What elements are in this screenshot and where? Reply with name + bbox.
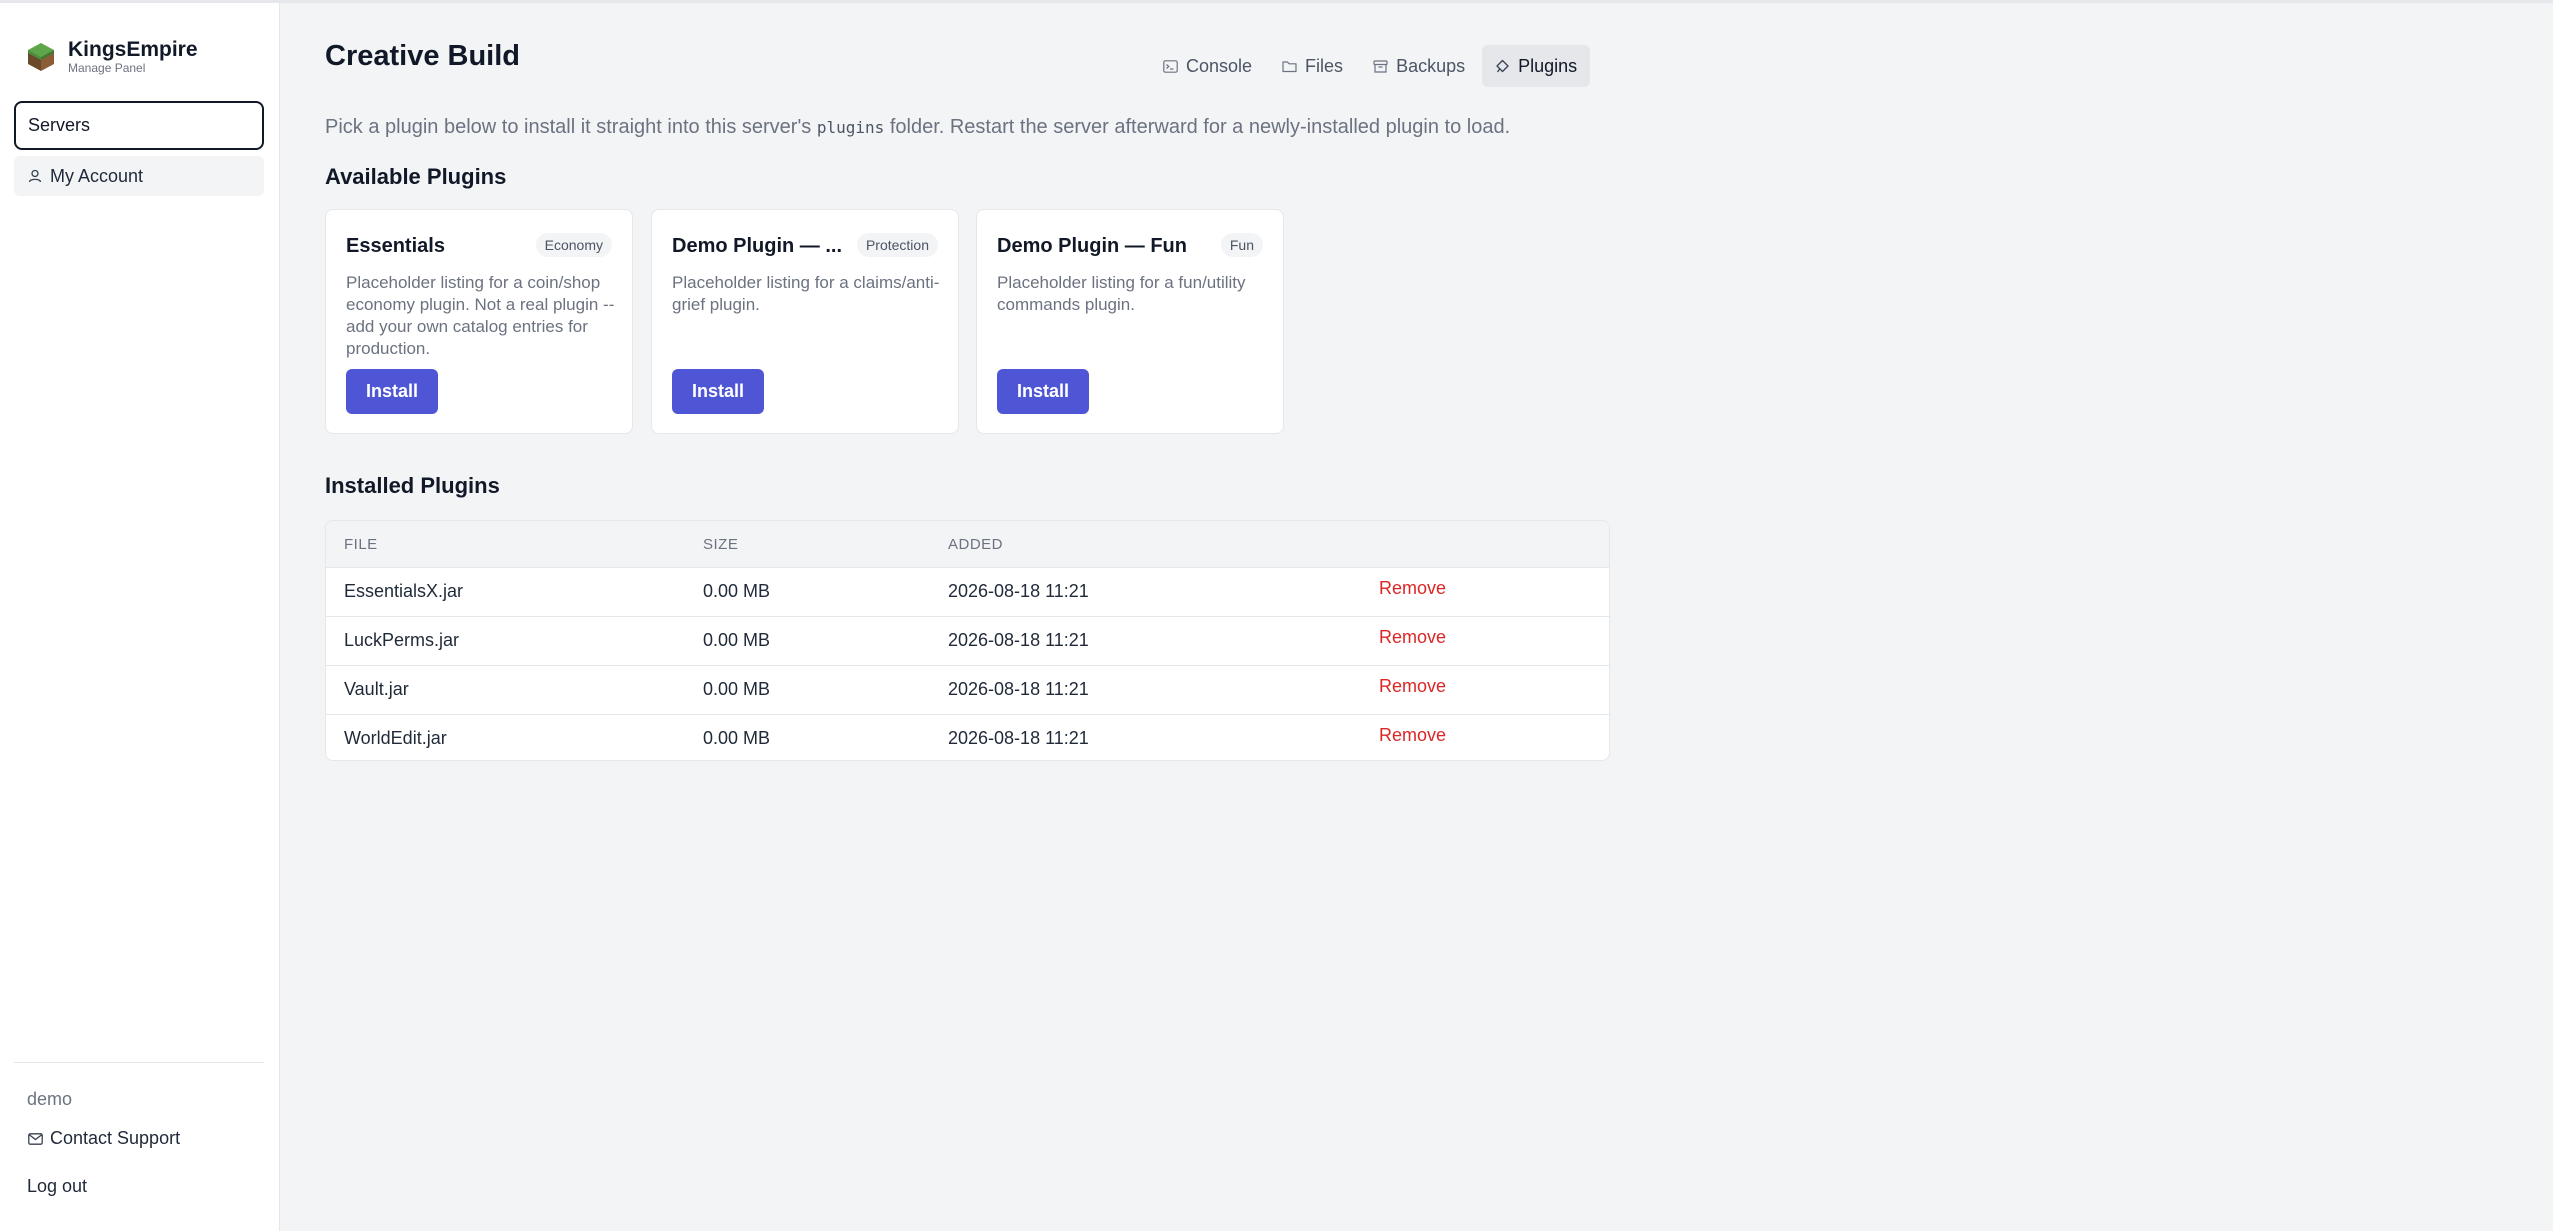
- file-added: 2026-08-18 11:21: [948, 679, 1089, 699]
- logout-link[interactable]: Log out: [27, 1176, 87, 1197]
- plugin-card: Demo Plugin — ... Protection Placeholder…: [651, 209, 959, 434]
- contact-support-label: Contact Support: [50, 1128, 181, 1148]
- folder-icon: [1282, 60, 1297, 72]
- column-header-added: ADDED: [948, 536, 1004, 553]
- install-button[interactable]: Install: [672, 369, 764, 414]
- page-title: Creative Build: [325, 40, 520, 72]
- remove-button[interactable]: Remove: [1379, 627, 1446, 648]
- installed-plugins-heading: Installed Plugins: [325, 473, 500, 498]
- file-name: LuckPerms.jar: [344, 630, 460, 650]
- file-size: 0.00 MB: [703, 581, 771, 601]
- tab-console[interactable]: Console: [1150, 45, 1265, 87]
- tab-label: Console: [1186, 55, 1253, 76]
- file-name: WorldEdit.jar: [344, 728, 447, 748]
- tab-label: Files: [1305, 55, 1344, 76]
- user-icon: [28, 169, 42, 183]
- tab-plugins[interactable]: Plugins: [1482, 45, 1591, 87]
- table-row: LuckPerms.jar 0.00 MB 2026-08-18 11:21 R…: [326, 616, 1609, 665]
- sidebar-item-label: Servers: [28, 115, 91, 135]
- top-border: [0, 0, 2553, 3]
- plugin-icon: [1496, 59, 1509, 72]
- installed-plugins-table: FILE SIZE ADDED EssentialsX.jar 0.00 MB …: [325, 520, 1610, 761]
- plugin-name: Demo Plugin — Fun C...: [997, 235, 1187, 257]
- sidebar: KingsEmpire Manage Panel Servers My Acco…: [0, 3, 280, 1231]
- tab-files[interactable]: Files: [1269, 45, 1356, 87]
- plugin-name: Demo Plugin — ...: [672, 235, 843, 257]
- column-header-size: SIZE: [703, 536, 739, 553]
- server-tabs: Console Files Backups Plugins: [1150, 45, 1591, 87]
- file-added: 2026-08-18 11:21: [948, 581, 1089, 601]
- plugin-name: Essentials: [346, 235, 445, 257]
- file-name: Vault.jar: [344, 679, 409, 699]
- sidebar-item-label: My Account: [50, 165, 144, 186]
- tab-label: Backups: [1396, 55, 1466, 76]
- tab-backups[interactable]: Backups: [1360, 45, 1478, 87]
- sidebar-divider: [14, 1062, 264, 1063]
- intro-text: Pick a plugin below to install it straig…: [325, 116, 817, 138]
- mail-icon: [28, 1132, 43, 1145]
- terminal-icon: [1163, 59, 1178, 73]
- remove-button[interactable]: Remove: [1379, 676, 1446, 697]
- plugin-card: Essentials Economy Placeholder listing f…: [325, 209, 633, 434]
- sidebar-item-servers[interactable]: Servers: [14, 101, 264, 150]
- plugin-card: Demo Plugin — Fun C... Fun Placeholder l…: [976, 209, 1284, 434]
- grass-block-icon: [28, 43, 54, 71]
- category-badge: Fun: [1220, 233, 1263, 257]
- sidebar-item-my-account[interactable]: My Account: [14, 156, 264, 196]
- plugins-folder-code: plugins: [816, 118, 885, 137]
- install-button[interactable]: Install: [346, 369, 438, 414]
- table-row: Vault.jar 0.00 MB 2026-08-18 11:21 Remov…: [326, 665, 1609, 714]
- contact-support-link[interactable]: Contact Support: [28, 1128, 180, 1149]
- remove-button[interactable]: Remove: [1379, 578, 1446, 599]
- tab-label: Plugins: [1518, 55, 1578, 76]
- category-badge: Economy: [535, 233, 612, 257]
- file-added: 2026-08-18 11:21: [948, 630, 1089, 650]
- plugin-description: Placeholder listing for a fun/utility co…: [997, 273, 1246, 314]
- file-name: EssentialsX.jar: [344, 581, 464, 601]
- archive-icon: [1373, 59, 1388, 73]
- file-added: 2026-08-18 11:21: [948, 728, 1089, 748]
- brand-subtitle: Manage Panel: [68, 61, 146, 75]
- brand-name: KingsEmpire: [68, 38, 198, 61]
- file-size: 0.00 MB: [703, 630, 771, 650]
- category-badge: Protection: [856, 233, 938, 257]
- table-row: WorldEdit.jar 0.00 MB 2026-08-18 11:21 R…: [326, 714, 1609, 760]
- intro-text: folder. Restart the server afterward for…: [884, 116, 1511, 138]
- plugin-description: Placeholder listing for a coin/shop econ…: [346, 273, 615, 358]
- plugins-intro: Pick a plugin below to install it straig…: [325, 116, 1510, 139]
- file-size: 0.00 MB: [703, 728, 771, 748]
- remove-button[interactable]: Remove: [1379, 725, 1446, 746]
- available-plugins-heading: Available Plugins: [325, 164, 507, 189]
- install-button[interactable]: Install: [997, 369, 1089, 414]
- brand[interactable]: KingsEmpire Manage Panel: [26, 39, 198, 75]
- plugin-description: Placeholder listing for a claims/anti-gr…: [672, 273, 940, 314]
- current-username: demo: [27, 1089, 73, 1109]
- table-header: FILE SIZE ADDED: [326, 521, 1609, 567]
- table-row: EssentialsX.jar 0.00 MB 2026-08-18 11:21…: [326, 567, 1609, 616]
- file-size: 0.00 MB: [703, 679, 771, 699]
- column-header-file: FILE: [344, 536, 378, 553]
